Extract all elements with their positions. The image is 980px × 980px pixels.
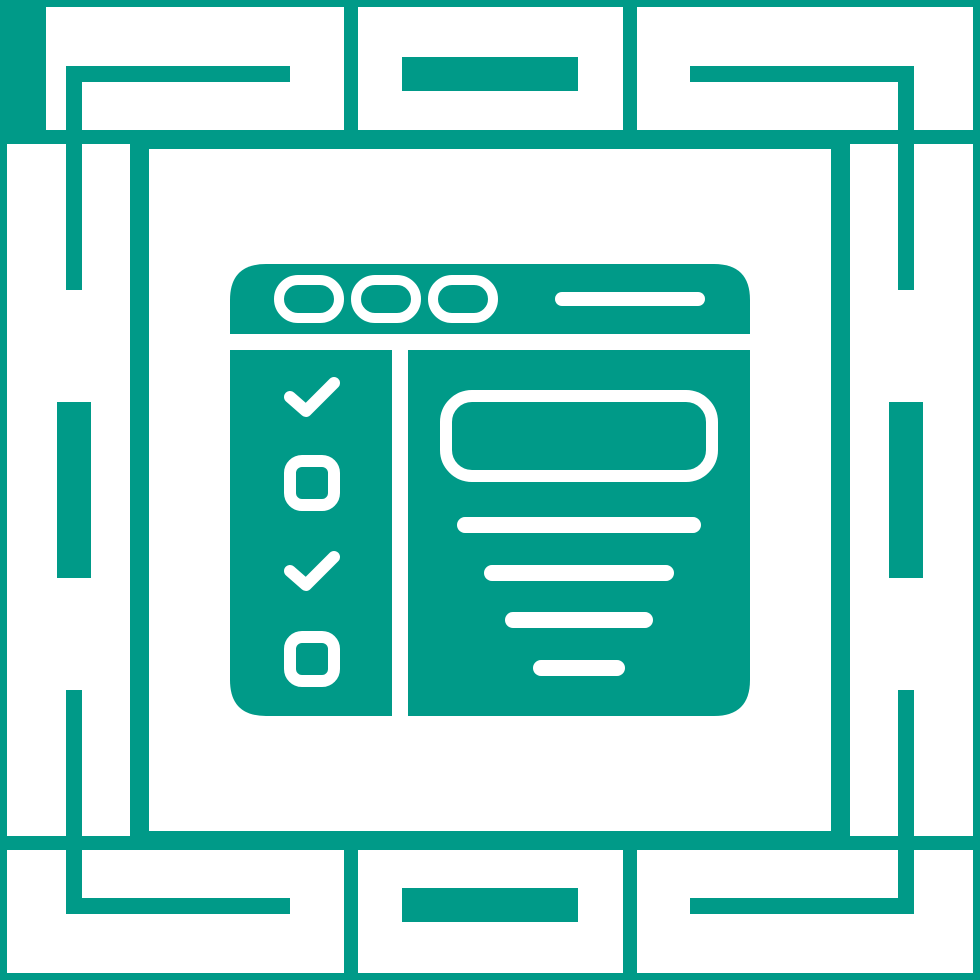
browser-window-icon	[230, 264, 750, 716]
frame-center-bar	[402, 57, 578, 91]
content-line	[457, 517, 701, 533]
frame-center-bar	[57, 402, 91, 578]
frame-center-bar	[402, 888, 578, 922]
content-line	[533, 660, 625, 676]
frame-divider	[344, 840, 358, 980]
frame-divider	[623, 840, 637, 980]
frame-corner-bracket	[690, 66, 914, 290]
frame-center-bar	[889, 402, 923, 578]
frame-corner-bracket	[66, 66, 290, 290]
browser-checklist-icon	[0, 0, 980, 980]
content-line	[505, 612, 653, 628]
frame-corner-bracket	[66, 690, 290, 914]
frame-corner-bracket	[690, 690, 914, 914]
frame-corner-block	[0, 0, 46, 134]
content-line	[484, 565, 674, 581]
frame-divider	[344, 0, 358, 140]
frame-divider	[623, 0, 637, 140]
icon-canvas	[0, 0, 980, 980]
address-bar-line	[555, 292, 705, 306]
